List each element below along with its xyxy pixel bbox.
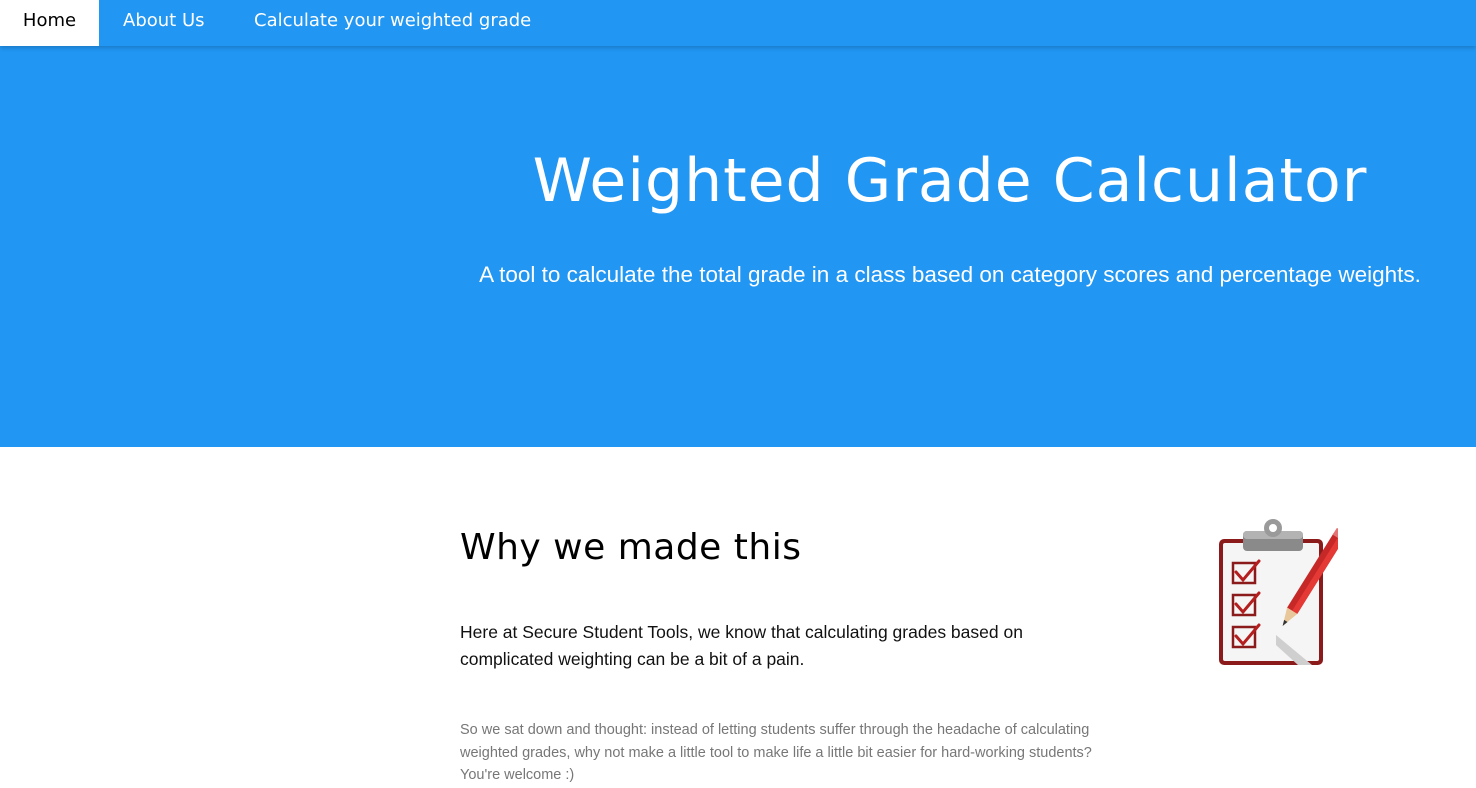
top-navigation: Home About Us Calculate your weighted gr… <box>0 0 1476 46</box>
lead-paragraph: Here at Secure Student Tools, we know th… <box>460 622 1023 669</box>
section-heading: Why we made this <box>460 527 802 568</box>
nav-calculate-link[interactable]: Calculate your weighted grade <box>254 0 531 46</box>
page-subtitle: A tool to calculate the total grade in a… <box>479 262 1421 287</box>
body-paragraph: So we sat down and thought: instead of l… <box>460 722 1092 783</box>
page-title: Weighted Grade Calculator <box>532 146 1368 216</box>
about-section: Why we made this Here at Secure Student … <box>0 447 1476 788</box>
nav-about-us-link[interactable]: About Us <box>123 0 205 46</box>
clipboard-checklist-icon <box>1219 519 1338 665</box>
nav-home-link[interactable]: Home <box>0 0 99 46</box>
hero-banner: Weighted Grade Calculator A tool to calc… <box>0 46 1476 447</box>
